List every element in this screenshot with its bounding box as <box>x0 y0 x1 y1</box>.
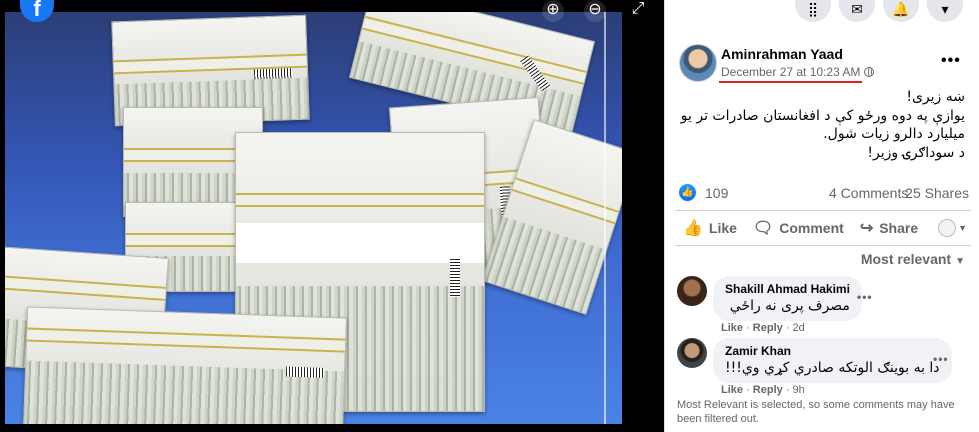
comment-reply-link[interactable]: Reply <box>753 322 783 334</box>
zoom-in-icon[interactable]: ⊕ <box>540 0 566 22</box>
comment-button[interactable]: 🗨 Comment <box>745 213 852 243</box>
share-label: Share <box>879 220 919 236</box>
comment-icon: 🗨 <box>752 220 774 237</box>
comment-reply-link[interactable]: Reply <box>753 384 783 396</box>
cash-stack <box>23 306 347 424</box>
commenter-avatar[interactable] <box>677 276 707 306</box>
share-button[interactable]: ↪ Share <box>852 213 926 243</box>
comment-count[interactable]: 4 Comments <box>829 185 908 201</box>
globe-icon <box>864 67 875 77</box>
header-actions: ⣿ ✉ 🔔 ▾ <box>795 0 963 22</box>
comment-time[interactable]: 9h <box>793 384 805 396</box>
share-icon: ↪ <box>859 220 874 237</box>
post-text-line: میلیارد دالرو زیات شول. <box>823 126 965 142</box>
like-reaction-icon: 👍 <box>679 184 696 201</box>
comment-text: مصرف پری نه راځي <box>729 298 850 314</box>
post-photo[interactable] <box>5 12 622 424</box>
account-caret-icon[interactable]: ▾ <box>927 0 963 22</box>
filter-notice: Most Relevant is selected, so some comme… <box>677 399 955 425</box>
notifications-icon[interactable]: 🔔 <box>883 0 919 22</box>
menu-grid-icon[interactable]: ⣿ <box>795 0 831 22</box>
comment-bubble: Zamir Khan دا به بوینګ الوتکه صادري کړي … <box>713 338 952 383</box>
post-text-line: ښه زیری! <box>906 89 965 105</box>
comment-time[interactable]: 2d <box>793 322 805 334</box>
timestamp-text[interactable]: December 27 at 10:23 AM <box>721 65 860 79</box>
post-timestamp[interactable]: December 27 at 10:23 AM <box>719 65 875 83</box>
commenter-avatar[interactable] <box>677 338 707 368</box>
messenger-icon[interactable]: ✉ <box>839 0 875 22</box>
image-seam <box>604 12 606 424</box>
comment-label: Comment <box>779 220 844 236</box>
comment-bubble: Shakill Ahmad Hakimi مصرف پری نه راځي <box>713 276 862 321</box>
fullscreen-icon[interactable]: ⤢ <box>625 0 651 22</box>
user-mini-avatar <box>938 219 957 237</box>
post-text-line: د سوداګرۍ وزیر! <box>867 144 965 161</box>
action-bar: 👍 Like 🗨 Comment ↪ Share ▼ <box>675 210 971 246</box>
comment-options-icon[interactable]: ••• <box>933 352 949 366</box>
comment-meta: Like · Reply · 9h <box>721 384 805 396</box>
reaction-summary: 👍 109 4 Comments 25 Shares <box>679 184 969 202</box>
thumbs-up-icon: 👍 <box>683 220 703 237</box>
comment-meta: Like · Reply · 2d <box>721 322 805 334</box>
commenter-name[interactable]: Zamir Khan <box>725 344 940 358</box>
post-options-icon[interactable]: ••• <box>941 52 961 70</box>
red-underline-annotation <box>719 81 863 83</box>
comment-text: دا به بوینګ الوتکه صادري کړي وي!!! <box>725 360 940 376</box>
comment-sort-dropdown[interactable]: Most relevant ▼ <box>861 251 965 267</box>
comment-like-link[interactable]: Like <box>721 384 743 396</box>
reaction-profile-selector[interactable]: ▼ <box>938 219 971 237</box>
comment-options-icon[interactable]: ••• <box>857 290 873 304</box>
photo-viewer: f ⊕ ⊖ ⤢ <box>0 0 664 432</box>
post-panel: ⣿ ✉ 🔔 ▾ Aminrahman Yaad December 27 at 1… <box>664 0 979 432</box>
author-avatar[interactable] <box>679 44 717 82</box>
like-button[interactable]: 👍 Like <box>675 213 745 243</box>
post-text-line: یوازې په دوه ورځو کې د افغانستان صادرات … <box>680 107 965 124</box>
commenter-name[interactable]: Shakill Ahmad Hakimi <box>725 282 850 296</box>
comment-like-link[interactable]: Like <box>721 322 743 334</box>
post-body: ښه زیری! یوازې په دوه ورځو کې د افغانستا… <box>679 88 965 162</box>
zoom-out-icon[interactable]: ⊖ <box>582 0 608 22</box>
sort-label: Most relevant <box>860 251 952 267</box>
like-label: Like <box>708 220 737 236</box>
reaction-count[interactable]: 109 <box>705 185 728 201</box>
chevron-down-icon: ▼ <box>958 223 967 233</box>
chevron-down-icon: ▼ <box>955 256 965 267</box>
share-count[interactable]: 25 Shares <box>905 185 969 201</box>
author-name[interactable]: Aminrahman Yaad <box>721 46 843 62</box>
